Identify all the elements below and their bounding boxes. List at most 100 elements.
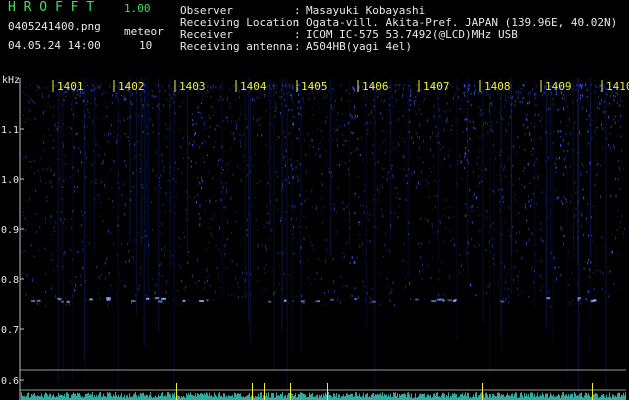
- signal-speck: [165, 280, 167, 283]
- strip-bar: [516, 392, 517, 400]
- signal-speck: [110, 232, 111, 235]
- signal-speck: [132, 186, 134, 188]
- signal-speck: [419, 246, 421, 248]
- signal-speck: [59, 178, 60, 181]
- signal-speck: [152, 125, 154, 128]
- signal-speck: [124, 212, 126, 216]
- signal-speck: [24, 250, 26, 252]
- strip-bar: [169, 393, 170, 400]
- signal-speck: [383, 168, 385, 171]
- signal-speck: [218, 159, 220, 163]
- signal-speck: [445, 198, 447, 202]
- signal-speck: [521, 291, 523, 293]
- signal-speck: [315, 152, 317, 156]
- signal-speck: [199, 217, 201, 220]
- strip-bar: [365, 394, 366, 400]
- signal-streak: [510, 78, 512, 296]
- signal-speck: [608, 143, 609, 147]
- signal-speck: [232, 173, 234, 176]
- signal-speck: [402, 93, 404, 97]
- strip-bar: [520, 392, 521, 400]
- signal-speck: [56, 264, 58, 268]
- signal-speck: [600, 89, 602, 92]
- strip-bar: [591, 396, 592, 400]
- signal-speck: [163, 170, 165, 172]
- frequency-tick-label: 0.8: [1, 275, 19, 286]
- signal-speck: [592, 272, 594, 274]
- signal-speck: [290, 158, 292, 161]
- signal-speck: [39, 226, 41, 229]
- strip-bar: [450, 395, 451, 400]
- strip-bar: [503, 394, 504, 400]
- signal-speck: [379, 303, 381, 306]
- signal-speck: [45, 221, 47, 224]
- strip-bar: [54, 396, 55, 400]
- strip-bar: [584, 395, 585, 400]
- signal-speck: [388, 109, 390, 111]
- signal-speck: [603, 106, 605, 109]
- signal-speck: [95, 98, 97, 101]
- signal-speck: [515, 152, 517, 155]
- signal-speck: [153, 95, 155, 98]
- signal-speck: [461, 178, 463, 180]
- strip-bar: [505, 396, 506, 400]
- signal-speck: [209, 125, 211, 129]
- strip-bar: [96, 394, 97, 400]
- signal-speck: [88, 242, 90, 245]
- signal-speck: [586, 95, 588, 99]
- strip-bar: [454, 392, 455, 400]
- signal-speck: [440, 144, 442, 146]
- signal-speck: [44, 247, 46, 250]
- strip-bar: [530, 392, 531, 400]
- strip-bar: [451, 396, 452, 400]
- signal-speck: [597, 127, 598, 129]
- signal-speck: [45, 217, 47, 221]
- signal-speck: [43, 97, 45, 99]
- signal-speck: [88, 111, 90, 115]
- strip-peak: [290, 383, 291, 400]
- signal-speck: [473, 171, 474, 173]
- signal-speck: [75, 276, 77, 278]
- signal-speck: [295, 295, 297, 297]
- signal-speck: [82, 266, 84, 270]
- signal-speck: [134, 143, 136, 147]
- signal-speck: [517, 94, 519, 97]
- signal-speck: [575, 207, 577, 210]
- signal-speck: [429, 154, 430, 156]
- signal-speck: [535, 92, 537, 96]
- signal-speck: [333, 208, 335, 211]
- signal-speck: [152, 131, 154, 134]
- signal-speck: [55, 295, 57, 298]
- signal-speck: [604, 245, 606, 247]
- signal-speck: [363, 211, 365, 214]
- strip-bar: [37, 395, 38, 400]
- strip-bar: [143, 392, 144, 400]
- signal-speck: [615, 237, 617, 240]
- signal-speck: [409, 104, 411, 106]
- strip-bar: [208, 395, 209, 400]
- signal-speck: [452, 237, 454, 241]
- signal-speck: [161, 247, 163, 251]
- signal-speck: [556, 197, 558, 200]
- signal-speck: [174, 93, 176, 96]
- signal-speck: [86, 125, 88, 128]
- signal-speck: [183, 217, 185, 219]
- strip-bar: [543, 394, 544, 400]
- signal-speck: [464, 155, 466, 159]
- echo-mark: [66, 300, 70, 303]
- signal-speck: [383, 255, 385, 257]
- strip-bar: [428, 394, 429, 400]
- strip-bar: [463, 395, 464, 400]
- strip-bar: [442, 393, 443, 400]
- signal-speck: [190, 165, 192, 168]
- signal-speck: [618, 119, 620, 121]
- strip-bar: [430, 394, 431, 400]
- signal-speck: [32, 100, 34, 103]
- signal-speck: [92, 181, 94, 183]
- signal-speck: [519, 100, 521, 104]
- signal-speck: [199, 181, 201, 185]
- signal-speck: [602, 271, 604, 275]
- signal-speck: [421, 113, 423, 116]
- signal-streak: [60, 78, 62, 275]
- signal-speck: [220, 182, 222, 184]
